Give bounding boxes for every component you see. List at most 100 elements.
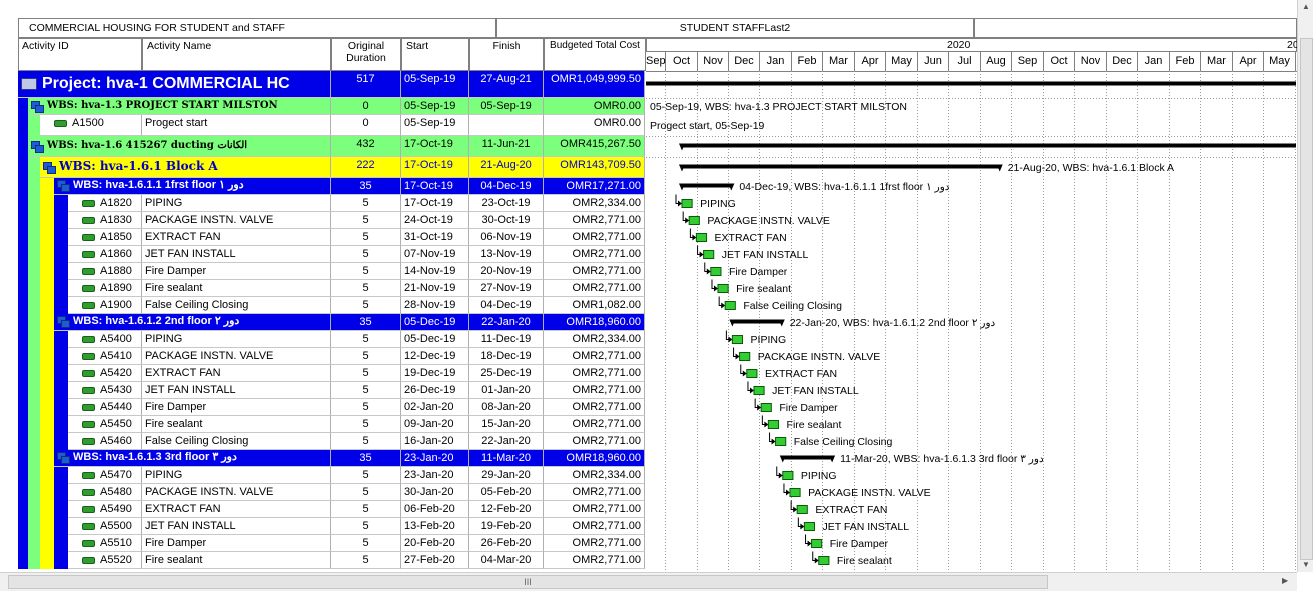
- cell-name[interactable]: Fire Damper: [142, 399, 331, 416]
- horizontal-scroll-thumb[interactable]: III: [8, 575, 1048, 589]
- cell-name[interactable]: Fire sealant: [142, 280, 331, 297]
- wbs-name-cell[interactable]: WBS: hva-1.6 415267 ducting الكانات: [28, 136, 331, 157]
- cell-finish[interactable]: 20-Nov-19: [469, 263, 544, 280]
- cell-dur[interactable]: 5: [331, 263, 401, 280]
- col-header-activity-name[interactable]: Activity Name: [142, 38, 331, 71]
- cell-dur[interactable]: 5: [331, 331, 401, 348]
- cell-start[interactable]: 24-Oct-19: [401, 212, 469, 229]
- cell-start[interactable]: 13-Feb-20: [401, 518, 469, 535]
- cell-finish[interactable]: 19-Feb-20: [469, 518, 544, 535]
- summary-bar[interactable]: [782, 455, 833, 460]
- activity-row[interactable]: A1890 Fire sealant 5 21-Nov-19 27-Nov-19 OMR2…: [18, 280, 645, 297]
- cell-id[interactable]: A1820: [68, 195, 142, 212]
- activity-row[interactable]: A5400 PIPING 5 05-Dec-19 11-Dec-19 OMR2,334.0…: [18, 331, 645, 348]
- cell-cost[interactable]: OMR143,709.50: [544, 157, 645, 178]
- scroll-up-icon[interactable]: ▲: [1302, 2, 1310, 11]
- cell-start[interactable]: 20-Feb-20: [401, 535, 469, 552]
- cell-start[interactable]: 05-Sep-19: [401, 115, 469, 136]
- cell-cost[interactable]: OMR2,771.00: [544, 229, 645, 246]
- cell-cost[interactable]: OMR2,771.00: [544, 280, 645, 297]
- cell-dur[interactable]: 5: [331, 280, 401, 297]
- cell-dur[interactable]: 5: [331, 433, 401, 450]
- cell-finish[interactable]: 04-Dec-19: [469, 297, 544, 314]
- cell-finish[interactable]: 27-Aug-21: [469, 71, 544, 98]
- cell-finish[interactable]: 05-Feb-20: [469, 484, 544, 501]
- cell-dur[interactable]: 5: [331, 195, 401, 212]
- activity-bar[interactable]: [724, 301, 736, 310]
- activity-row[interactable]: A5440 Fire Damper 5 02-Jan-20 08-Jan-20 OMR2,…: [18, 399, 645, 416]
- wbs-row[interactable]: WBS: hva-1.3 PROJECT START MILSTON 0 05-Se…: [18, 98, 645, 115]
- cell-dur[interactable]: 5: [331, 535, 401, 552]
- wbs-name-cell[interactable]: WBS: hva-1.6.1 Block A: [40, 157, 331, 178]
- cell-id[interactable]: A5420: [68, 365, 142, 382]
- vertical-scroll-thumb[interactable]: [1300, 38, 1313, 560]
- cell-name[interactable]: PIPING: [142, 195, 331, 212]
- activity-bar[interactable]: [688, 216, 700, 225]
- activity-row[interactable]: A1820 PIPING 5 17-Oct-19 23-Oct-19 OMR2,334.0…: [18, 195, 645, 212]
- activity-row[interactable]: A1860 JET FAN INSTALL 5 07-Nov-19 13-Nov-19 O…: [18, 246, 645, 263]
- cell-start[interactable]: 12-Dec-19: [401, 348, 469, 365]
- cell-dur[interactable]: 5: [331, 467, 401, 484]
- wbs-name-cell[interactable]: Project: hva-1 COMMERCIAL HC: [18, 71, 331, 98]
- cell-dur[interactable]: 5: [331, 518, 401, 535]
- cell-start[interactable]: 09-Jan-20: [401, 416, 469, 433]
- cell-dur[interactable]: 5: [331, 246, 401, 263]
- activity-row[interactable]: A5480 PACKAGE INSTN. VALVE 5 30-Jan-20 05-Fe…: [18, 484, 645, 501]
- wbs-row[interactable]: WBS: hva-1.6.1 Block A 222 17-Oct-19 21-Aug…: [18, 157, 645, 178]
- cell-cost[interactable]: OMR2,771.00: [544, 212, 645, 229]
- activity-row[interactable]: A5460 False Ceiling Closing 5 16-Jan-20 22-J…: [18, 433, 645, 450]
- cell-dur[interactable]: 5: [331, 484, 401, 501]
- cell-name[interactable]: Progect start: [142, 115, 331, 136]
- cell-name[interactable]: Fire sealant: [142, 416, 331, 433]
- cell-cost[interactable]: OMR2,334.00: [544, 331, 645, 348]
- cell-finish[interactable]: 05-Sep-19: [469, 98, 544, 115]
- cell-cost[interactable]: OMR2,771.00: [544, 246, 645, 263]
- activity-row[interactable]: A1850 EXTRACT FAN 5 31-Oct-19 06-Nov-19 OMR2,…: [18, 229, 645, 246]
- cell-dur[interactable]: 5: [331, 212, 401, 229]
- activity-row[interactable]: A1880 Fire Damper 5 14-Nov-19 20-Nov-19 OMR2,…: [18, 263, 645, 280]
- activity-bar[interactable]: [703, 250, 715, 259]
- cell-finish[interactable]: 23-Oct-19: [469, 195, 544, 212]
- cell-start[interactable]: 17-Oct-19: [401, 195, 469, 212]
- activity-row[interactable]: A1500 Progect start 0 05-Sep-19 OMR0.00: [18, 115, 645, 136]
- scroll-right-icon[interactable]: ▶: [1282, 576, 1288, 585]
- cell-id[interactable]: A5400: [68, 331, 142, 348]
- col-header-start[interactable]: Start: [401, 38, 469, 71]
- project-row[interactable]: Project: hva-1 COMMERCIAL HC 517 05-Sep-19…: [18, 71, 645, 98]
- cell-start[interactable]: 23-Jan-20: [401, 450, 469, 467]
- cell-name[interactable]: EXTRACT FAN: [142, 501, 331, 518]
- cell-name[interactable]: Fire sealant: [142, 552, 331, 569]
- col-header-finish[interactable]: Finish: [469, 38, 544, 71]
- cell-dur[interactable]: 35: [331, 314, 401, 331]
- cell-start[interactable]: 17-Oct-19: [401, 136, 469, 157]
- activity-row[interactable]: A5430 JET FAN INSTALL 5 26-Dec-19 01-Jan-20 O…: [18, 382, 645, 399]
- activity-bar[interactable]: [818, 556, 830, 565]
- cell-dur[interactable]: 517: [331, 71, 401, 98]
- cell-dur[interactable]: 5: [331, 552, 401, 569]
- cell-finish[interactable]: 11-Dec-19: [469, 331, 544, 348]
- cell-name[interactable]: PIPING: [142, 331, 331, 348]
- cell-cost[interactable]: OMR18,960.00: [544, 314, 645, 331]
- wbs-row[interactable]: WBS: hva-1.6.1.3 3rd floor دور ٣ 35 23-Jan…: [18, 450, 645, 467]
- wbs-name-cell[interactable]: WBS: hva-1.6.1.3 3rd floor دور ٣: [54, 450, 331, 467]
- cell-cost[interactable]: OMR2,771.00: [544, 518, 645, 535]
- summary-bar[interactable]: [681, 143, 1296, 148]
- cell-dur[interactable]: 432: [331, 136, 401, 157]
- cell-cost[interactable]: OMR1,082.00: [544, 297, 645, 314]
- activity-row[interactable]: A5490 EXTRACT FAN 5 06-Feb-20 12-Feb-20 OMR2,…: [18, 501, 645, 518]
- cell-dur[interactable]: 5: [331, 501, 401, 518]
- cell-start[interactable]: 19-Dec-19: [401, 365, 469, 382]
- cell-id[interactable]: A1830: [68, 212, 142, 229]
- summary-bar[interactable]: [681, 164, 1000, 169]
- cell-id[interactable]: A1880: [68, 263, 142, 280]
- cell-cost[interactable]: OMR0.00: [544, 98, 645, 115]
- cell-finish[interactable]: 12-Feb-20: [469, 501, 544, 518]
- cell-dur[interactable]: 5: [331, 348, 401, 365]
- cell-id[interactable]: A5480: [68, 484, 142, 501]
- cell-cost[interactable]: OMR1,049,999.50: [544, 71, 645, 98]
- cell-finish[interactable]: 06-Nov-19: [469, 229, 544, 246]
- cell-start[interactable]: 21-Nov-19: [401, 280, 469, 297]
- cell-finish[interactable]: 11-Mar-20: [469, 450, 544, 467]
- cell-finish[interactable]: 27-Nov-19: [469, 280, 544, 297]
- cell-start[interactable]: 17-Oct-19: [401, 178, 469, 195]
